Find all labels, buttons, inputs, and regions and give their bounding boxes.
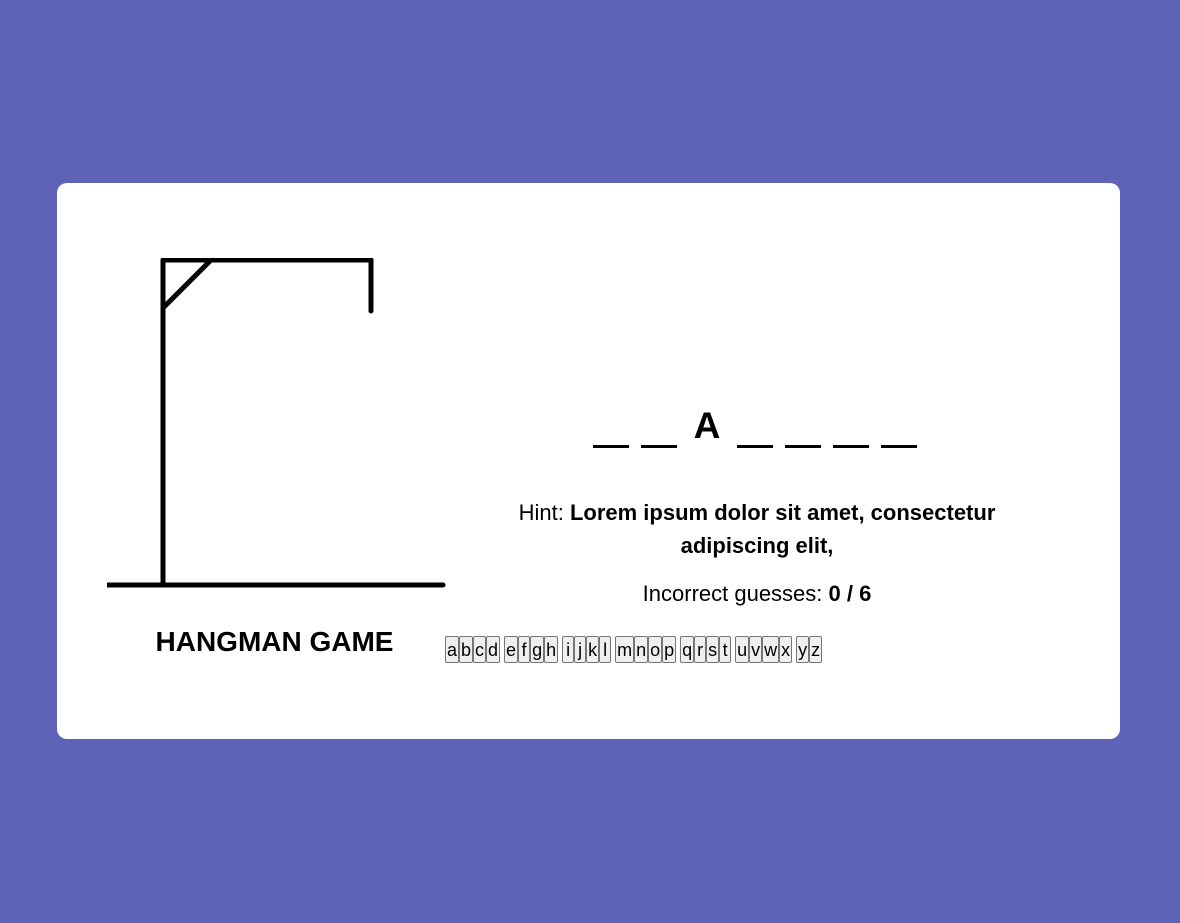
letter-slot	[593, 398, 629, 448]
key-i[interactable]: i	[562, 636, 575, 663]
word-display: A	[593, 393, 929, 448]
incorrect-guesses: Incorrect guesses: 0 / 6	[462, 581, 1052, 607]
key-u[interactable]: u	[735, 636, 750, 663]
gallows-drawing	[107, 258, 446, 588]
key-s[interactable]: s	[706, 636, 720, 663]
key-r[interactable]: r	[694, 636, 707, 663]
key-y[interactable]: y	[796, 636, 810, 663]
key-k[interactable]: k	[586, 636, 600, 663]
letter-slot	[641, 398, 677, 448]
key-f[interactable]: f	[518, 636, 531, 663]
key-x[interactable]: x	[779, 636, 793, 663]
letter-slot: A	[689, 398, 725, 448]
game-title: HANGMAN GAME	[155, 626, 394, 657]
hint-label: Hint:	[518, 500, 570, 525]
slot-letter: A	[693, 405, 721, 446]
key-l[interactable]: l	[599, 636, 612, 663]
hint-text: Hint: Lorem ipsum dolor sit amet, consec…	[462, 496, 1052, 562]
key-n[interactable]: n	[634, 636, 649, 663]
key-q[interactable]: q	[680, 636, 695, 663]
key-j[interactable]: j	[574, 636, 587, 663]
key-e[interactable]: e	[504, 636, 519, 663]
key-m[interactable]: m	[615, 636, 635, 663]
key-d[interactable]: d	[486, 636, 501, 663]
letter-slot	[737, 398, 773, 448]
key-t[interactable]: t	[719, 636, 732, 663]
letter-slot	[833, 398, 869, 448]
letter-keyboard: abcdefghijklmnopqrstuvwxyz	[445, 636, 823, 663]
key-z[interactable]: z	[809, 636, 823, 663]
letter-slot	[881, 398, 917, 448]
guesses-count: 0 / 6	[828, 581, 872, 606]
key-p[interactable]: p	[662, 636, 677, 663]
key-v[interactable]: v	[749, 636, 763, 663]
key-b[interactable]: b	[459, 636, 474, 663]
hint-value: Lorem ipsum dolor sit amet, consectetur …	[569, 500, 996, 558]
key-o[interactable]: o	[648, 636, 663, 663]
key-g[interactable]: g	[530, 636, 545, 663]
key-c[interactable]: c	[473, 636, 487, 663]
key-a[interactable]: a	[445, 636, 460, 663]
gallows-brace	[160, 258, 214, 311]
key-w[interactable]: w	[762, 636, 780, 663]
letter-slot	[785, 398, 821, 448]
guesses-label: Incorrect guesses:	[642, 581, 829, 606]
key-h[interactable]: h	[544, 636, 559, 663]
game-card: HANGMAN GAME A Hint: Lorem ipsum dolor s…	[57, 183, 1120, 739]
